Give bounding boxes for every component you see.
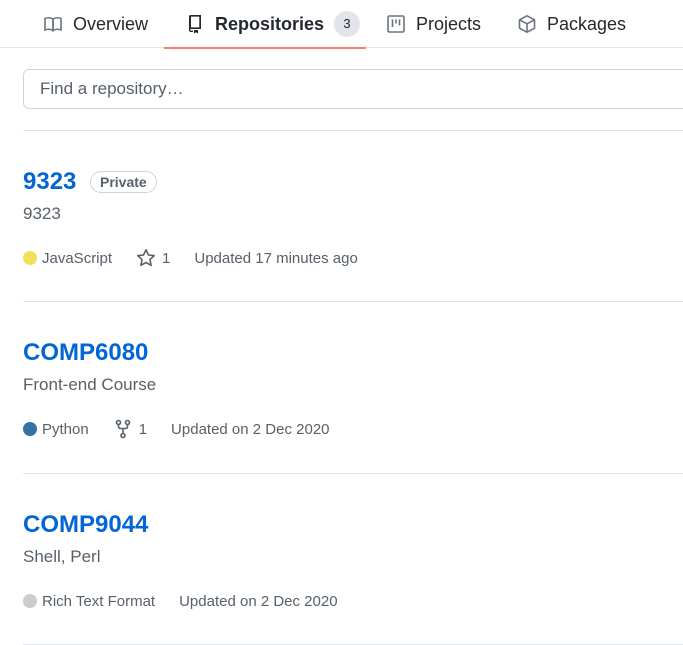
divider (23, 301, 683, 302)
updated-time: Updated 17 minutes ago (194, 249, 358, 267)
repo-meta: Rich Text Format Updated on 2 Dec 2020 (23, 590, 362, 612)
repo-description: Shell, Perl (23, 547, 101, 566)
language-label: JavaScript (42, 249, 113, 267)
repositories-count-badge: 3 (334, 11, 361, 37)
tab-projects-label: Projects (416, 13, 482, 34)
repo-name-link[interactable]: COMP9044 (23, 510, 148, 540)
tab-overview-label: Overview (73, 13, 149, 34)
divider (23, 130, 683, 131)
forks-link[interactable]: 1 (113, 419, 147, 439)
repo-list-item: COMP9044 Shell, Perl Rich Text Format Up… (23, 510, 683, 620)
tab-projects[interactable]: Projects (386, 0, 481, 48)
repo-name-link[interactable]: COMP6080 (23, 338, 148, 368)
repo-language: Python (23, 421, 89, 438)
tab-repositories-label: Repositories (215, 13, 325, 34)
fork-count: 1 (138, 420, 148, 438)
repo-description: 9323 (23, 204, 61, 223)
repo-language: JavaScript (23, 250, 112, 267)
star-icon (137, 249, 156, 267)
repo-list-item: COMP6080 Front-end Course Python 1 Updat… (23, 338, 683, 448)
profile-tab-bar: Overview Repositories 3 Projects Package… (0, 0, 683, 49)
updated-time: Updated on 2 Dec 2020 (171, 420, 330, 438)
find-repository-input[interactable] (23, 69, 683, 109)
language-color-dot (23, 422, 37, 436)
updated-time: Updated on 2 Dec 2020 (179, 592, 338, 610)
repo-language: Rich Text Format (23, 593, 155, 610)
book-icon (43, 14, 63, 34)
language-color-dot (23, 251, 37, 265)
repo-description: Front-end Course (23, 375, 157, 394)
tab-overview[interactable]: Overview (43, 0, 148, 48)
tab-packages-label: Packages (547, 13, 627, 34)
project-board-icon (386, 14, 406, 34)
repo-list-item: 9323 Private 9323 JavaScript 1 Updated 1… (23, 167, 683, 277)
fork-icon (115, 419, 131, 439)
repo-name-link[interactable]: 9323 (23, 167, 76, 197)
language-color-dot (23, 594, 37, 608)
tab-packages[interactable]: Packages (517, 0, 626, 48)
repo-meta: JavaScript 1 Updated 17 minutes ago (23, 247, 382, 269)
repo-icon (185, 14, 205, 34)
private-badge: Private (90, 171, 157, 193)
tab-repositories[interactable]: Repositories 3 (164, 0, 366, 49)
language-label: Rich Text Format (42, 592, 156, 610)
divider (23, 473, 683, 474)
package-icon (517, 14, 537, 34)
star-count: 1 (162, 249, 171, 267)
language-label: Python (42, 420, 89, 438)
repo-meta: Python 1 Updated on 2 Dec 2020 (23, 418, 354, 440)
stargazers-link[interactable]: 1 (136, 248, 170, 268)
